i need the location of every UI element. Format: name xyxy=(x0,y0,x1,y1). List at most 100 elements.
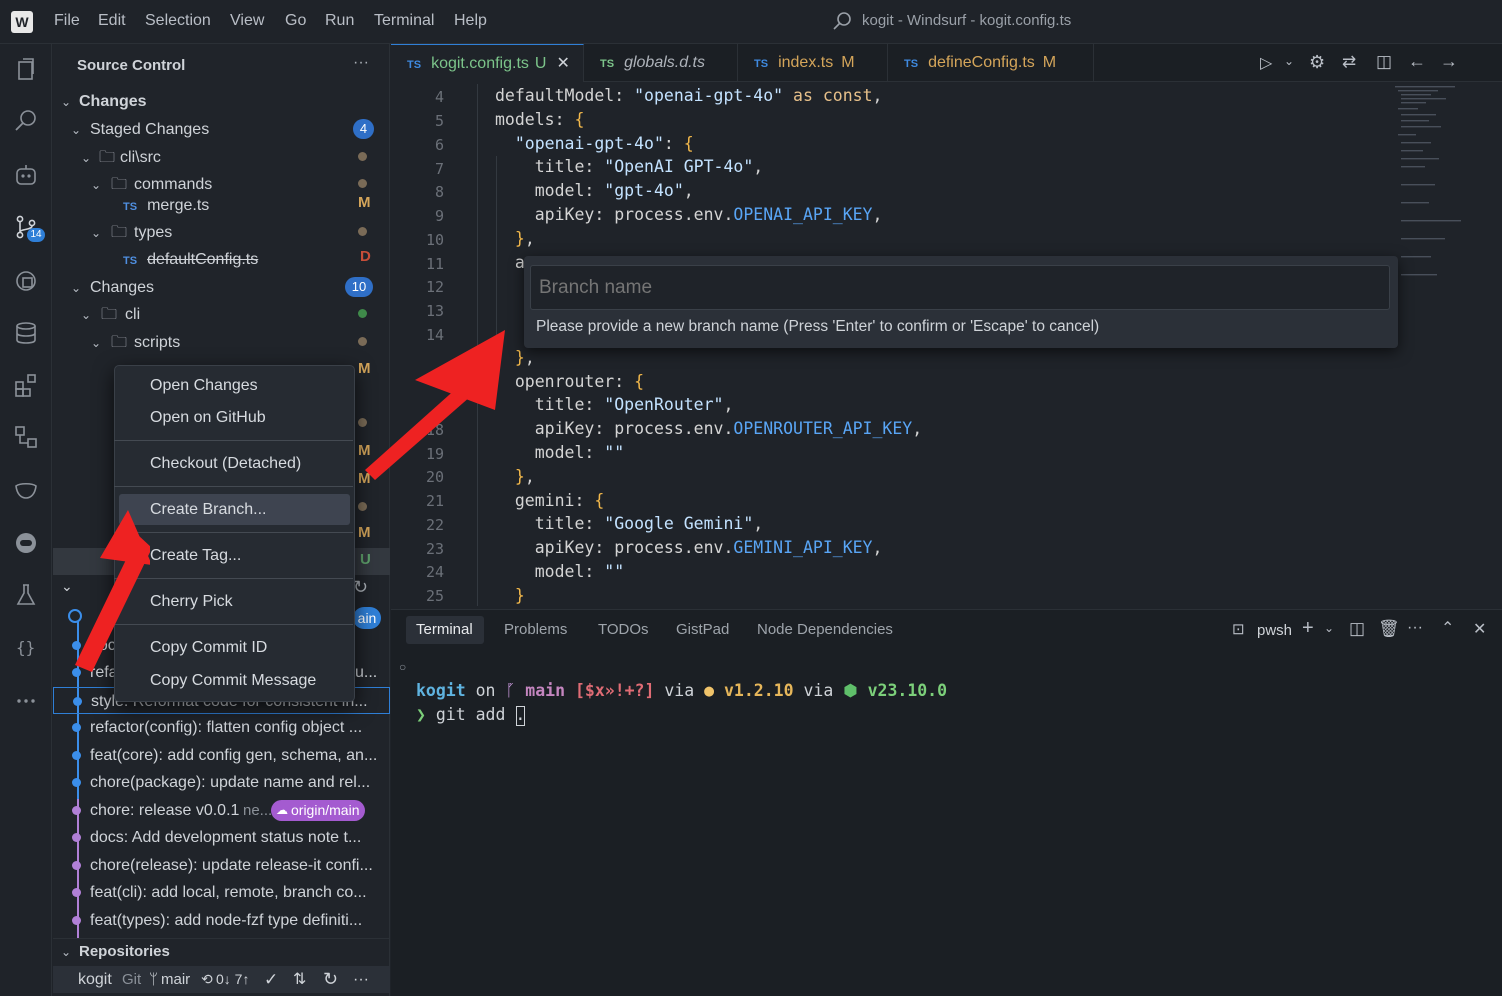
graph-commit-row[interactable]: feat(cli): add local, remote, branch co.… xyxy=(53,879,390,906)
minimap[interactable] xyxy=(1395,84,1495,284)
testing-flask-icon[interactable] xyxy=(13,582,39,608)
cascade-icon[interactable] xyxy=(13,162,39,188)
tab-globals[interactable]: TS globals.d.ts xyxy=(584,44,738,82)
branch-icon[interactable]: ᛘ xyxy=(149,966,158,993)
tab-terminal[interactable]: Terminal xyxy=(416,616,473,644)
tab-problems[interactable]: Problems xyxy=(504,616,567,644)
menu-view[interactable]: View xyxy=(230,12,264,30)
menu-edit[interactable]: Edit xyxy=(98,12,126,30)
close-panel-icon[interactable]: ✕ xyxy=(1473,619,1486,639)
tree-folder-cli-src[interactable]: ⌄ 🗀 cli\src xyxy=(53,144,390,171)
tab-gistpad[interactable]: GistPad xyxy=(676,616,729,644)
commit-check-icon[interactable]: ✓ xyxy=(264,966,278,993)
graph-commit-row[interactable]: feat(core): add config gen, schema, an..… xyxy=(53,742,390,769)
arrow-left-icon[interactable]: ← xyxy=(1408,51,1426,72)
search-icon[interactable] xyxy=(832,11,852,31)
code-line[interactable]: defaultModel: "openai-gpt-4o" as const, xyxy=(495,84,882,108)
graph-commit-row[interactable]: refactor(config): flatten config object … xyxy=(53,714,390,741)
branch-name-input[interactable] xyxy=(530,265,1390,310)
menu-create-tag[interactable]: Create Tag... xyxy=(150,547,241,565)
json-braces-icon[interactable]: {} xyxy=(13,634,39,660)
code-line[interactable]: gemini: { xyxy=(495,489,604,513)
more-icon[interactable] xyxy=(13,688,39,714)
code-line[interactable]: openrouter: { xyxy=(495,370,644,394)
graph-commit-row[interactable]: feat(types): add node-fzf type definiti.… xyxy=(53,907,390,934)
terminal-shell-label[interactable]: pwsh xyxy=(1257,622,1292,639)
menu-file[interactable]: File xyxy=(54,12,80,30)
split-editor-icon[interactable]: ◫ xyxy=(1376,52,1392,72)
explorer-icon[interactable] xyxy=(13,56,39,82)
changes-group[interactable]: ⌄ Changes xyxy=(53,274,390,301)
repository-row[interactable]: kogit Git ᛘ mair ⟲ 0↓ 7↑ ✓ ⇅ ↻ ··· xyxy=(53,966,390,993)
menu-go[interactable]: Go xyxy=(285,12,306,30)
terminal-command-line[interactable]: ❯ git add . xyxy=(416,705,526,729)
sync-icon[interactable]: ⟲ xyxy=(201,966,213,993)
menu-terminal[interactable]: Terminal xyxy=(374,12,434,30)
code-line[interactable]: a xyxy=(495,251,525,275)
more-actions-icon[interactable]: ··· xyxy=(353,54,369,72)
code-line[interactable]: title: "Google Gemini", xyxy=(495,512,764,536)
tab-kogit-config[interactable]: TS kogit.config.ts U ✕ xyxy=(391,44,584,82)
run-icon[interactable]: ▷ xyxy=(1260,53,1272,73)
tab-index[interactable]: TS index.ts M xyxy=(738,44,888,82)
close-icon[interactable]: ✕ xyxy=(556,55,569,72)
menu-run[interactable]: Run xyxy=(325,12,354,30)
tab-todos[interactable]: TODOs xyxy=(598,616,649,644)
more-actions-icon[interactable]: ··· xyxy=(1407,619,1423,637)
more-actions-icon[interactable]: ··· xyxy=(353,966,369,993)
windsurf-logo-icon[interactable]: W xyxy=(11,11,33,33)
compare-changes-icon[interactable]: ⇄ xyxy=(1342,52,1356,72)
code-line[interactable]: model: "" xyxy=(495,560,624,584)
menu-create-branch[interactable]: Create Branch... xyxy=(150,501,267,519)
arrow-right-icon[interactable]: → xyxy=(1440,51,1458,72)
staged-changes-group[interactable]: ⌄ Staged Changes xyxy=(53,116,390,143)
tree-file-defaultconfig[interactable]: TS defaultConfig.ts xyxy=(53,246,390,273)
split-terminal-icon[interactable]: ◫ xyxy=(1349,619,1365,639)
code-line[interactable]: }, xyxy=(495,227,535,251)
add-terminal-icon[interactable]: + xyxy=(1302,617,1314,640)
gear-icon[interactable]: ⚙ xyxy=(1309,52,1325,73)
graph-commit-row[interactable]: docs: Add development status note t... xyxy=(53,824,390,851)
menu-checkout-detached[interactable]: Checkout (Detached) xyxy=(150,455,301,473)
database-icon[interactable] xyxy=(13,320,39,346)
maximize-panel-icon[interactable]: ⌃ xyxy=(1441,618,1454,638)
graph-commit-row[interactable]: chore(package): update name and rel... xyxy=(53,769,390,796)
code-line[interactable]: title: "OpenAI GPT-4o", xyxy=(495,155,764,179)
refresh-icon[interactable]: ↻ xyxy=(353,577,368,598)
menu-copy-commit-id[interactable]: Copy Commit ID xyxy=(150,639,267,657)
code-line[interactable]: apiKey: process.env.OPENAI_API_KEY, xyxy=(495,203,883,227)
code-line[interactable]: "openai-gpt-4o": { xyxy=(495,132,694,156)
graph-commit-row[interactable]: chore: release v0.0.1 ne... ☁ origin/main xyxy=(53,797,390,824)
code-line[interactable]: apiKey: process.env.OPENROUTER_API_KEY, xyxy=(495,417,922,441)
copilot-icon[interactable] xyxy=(13,530,39,556)
tree-file-merge[interactable]: TS merge.ts xyxy=(53,192,390,219)
theater-icon[interactable] xyxy=(13,478,39,504)
menu-selection[interactable]: Selection xyxy=(145,12,211,30)
refresh-icon[interactable]: ↻ xyxy=(323,966,338,993)
repositories-section-header[interactable]: ⌄ Repositories xyxy=(53,938,390,965)
pull-request-icon[interactable]: ⇅ xyxy=(293,966,306,993)
code-line[interactable]: model: "gpt-4o", xyxy=(495,179,694,203)
code-line[interactable]: apiKey: process.env.GEMINI_API_KEY, xyxy=(495,536,883,560)
chevron-down-icon[interactable]: ⌄ xyxy=(1324,621,1334,635)
trash-icon[interactable]: 🗑 xyxy=(1378,619,1400,639)
menu-open-changes[interactable]: Open Changes xyxy=(150,377,258,395)
code-line[interactable]: } xyxy=(495,584,525,608)
menu-help[interactable]: Help xyxy=(454,12,487,30)
tab-defineconfig[interactable]: TS defineConfig.ts M xyxy=(888,44,1094,82)
changes-section-header[interactable]: ⌄ Changes xyxy=(53,88,390,115)
extensions-icon[interactable] xyxy=(13,372,39,398)
code-line[interactable]: title: "OpenRouter", xyxy=(495,393,734,417)
remote-explorer-icon[interactable] xyxy=(13,268,39,294)
code-line[interactable]: models: { xyxy=(495,108,584,132)
menu-copy-commit-message[interactable]: Copy Commit Message xyxy=(150,672,316,690)
tree-folder-cli[interactable]: ⌄ 🗀 cli xyxy=(53,301,390,328)
diagram-icon[interactable] xyxy=(13,424,39,450)
menu-open-on-github[interactable]: Open on GitHub xyxy=(150,409,266,427)
tab-node-dependencies[interactable]: Node Dependencies xyxy=(757,616,893,644)
menu-cherry-pick[interactable]: Cherry Pick xyxy=(150,593,233,611)
window-title[interactable]: kogit - Windsurf - kogit.config.ts xyxy=(862,12,1071,29)
search-icon[interactable] xyxy=(13,108,39,134)
tree-folder-types[interactable]: ⌄ 🗀 types xyxy=(53,219,390,246)
chevron-down-icon[interactable]: ⌄ xyxy=(1284,54,1294,68)
